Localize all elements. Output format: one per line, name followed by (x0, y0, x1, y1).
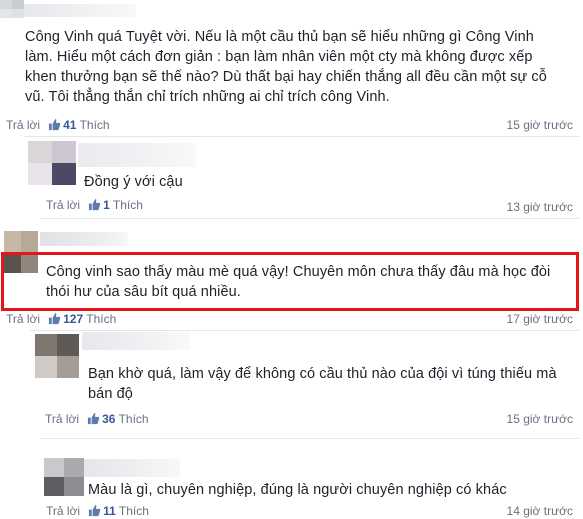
thumbs-up-icon[interactable] (48, 312, 61, 325)
like-link[interactable]: Thích (86, 312, 116, 326)
author-name[interactable] (40, 232, 128, 246)
reply-link[interactable]: Trả lời (6, 312, 40, 326)
divider (40, 438, 580, 439)
timestamp: 17 giờ trước (506, 312, 573, 326)
author-name[interactable] (24, 4, 136, 17)
like-count: 41 (63, 118, 77, 132)
like-count: 127 (63, 312, 84, 326)
reply-link[interactable]: Trả lời (46, 198, 80, 212)
author-name[interactable] (82, 332, 190, 350)
reply-link[interactable]: Trả lời (45, 412, 79, 426)
timestamp: 14 giờ trước (506, 504, 573, 518)
avatar[interactable] (35, 334, 79, 378)
like-count: 36 (102, 412, 116, 426)
comment-text: Công Vinh quá Tuyệt vời. Nếu là một cầu … (25, 29, 547, 105)
author-name[interactable] (84, 459, 180, 477)
divider (30, 330, 580, 331)
avatar[interactable] (0, 0, 24, 18)
thumbs-up-icon[interactable] (48, 118, 61, 131)
thumbs-up-icon[interactable] (88, 198, 101, 211)
divider (40, 218, 580, 219)
avatar[interactable] (28, 141, 76, 185)
like-link[interactable]: Thích (119, 412, 149, 426)
timestamp: 13 giờ trước (506, 200, 573, 214)
comment-text: Đồng ý với cậu (84, 174, 183, 190)
reply-link[interactable]: Trả lời (6, 118, 40, 132)
comment-text: Màu là gì, chuyên nghiệp, đúng là người … (88, 482, 507, 498)
timestamp: 15 giờ trước (506, 412, 573, 426)
comment-text: Bạn khờ quá, làm vậy để không có cầu thủ… (88, 366, 557, 402)
like-count: 1 (103, 198, 110, 212)
avatar[interactable] (44, 458, 84, 496)
reply-link[interactable]: Trả lời (46, 504, 80, 518)
highlight-box (1, 252, 579, 311)
comment-actions: Trả lời 127 Thích (6, 311, 116, 327)
like-count: 11 (103, 504, 116, 518)
timestamp: 15 giờ trước (506, 118, 573, 132)
comment-actions: Trả lời 11 Thích (46, 503, 149, 519)
comment-actions: Trả lời 41 Thích (6, 117, 110, 133)
author-name[interactable] (78, 143, 196, 167)
like-link[interactable]: Thích (113, 198, 143, 212)
comment-actions: Trả lời 1 Thích (46, 197, 143, 213)
like-link[interactable]: Thích (119, 504, 149, 518)
comment-actions: Trả lời 36 Thích (45, 411, 149, 427)
thumbs-up-icon[interactable] (88, 504, 101, 517)
thumbs-up-icon[interactable] (87, 412, 100, 425)
like-link[interactable]: Thích (80, 118, 110, 132)
divider (25, 136, 580, 137)
